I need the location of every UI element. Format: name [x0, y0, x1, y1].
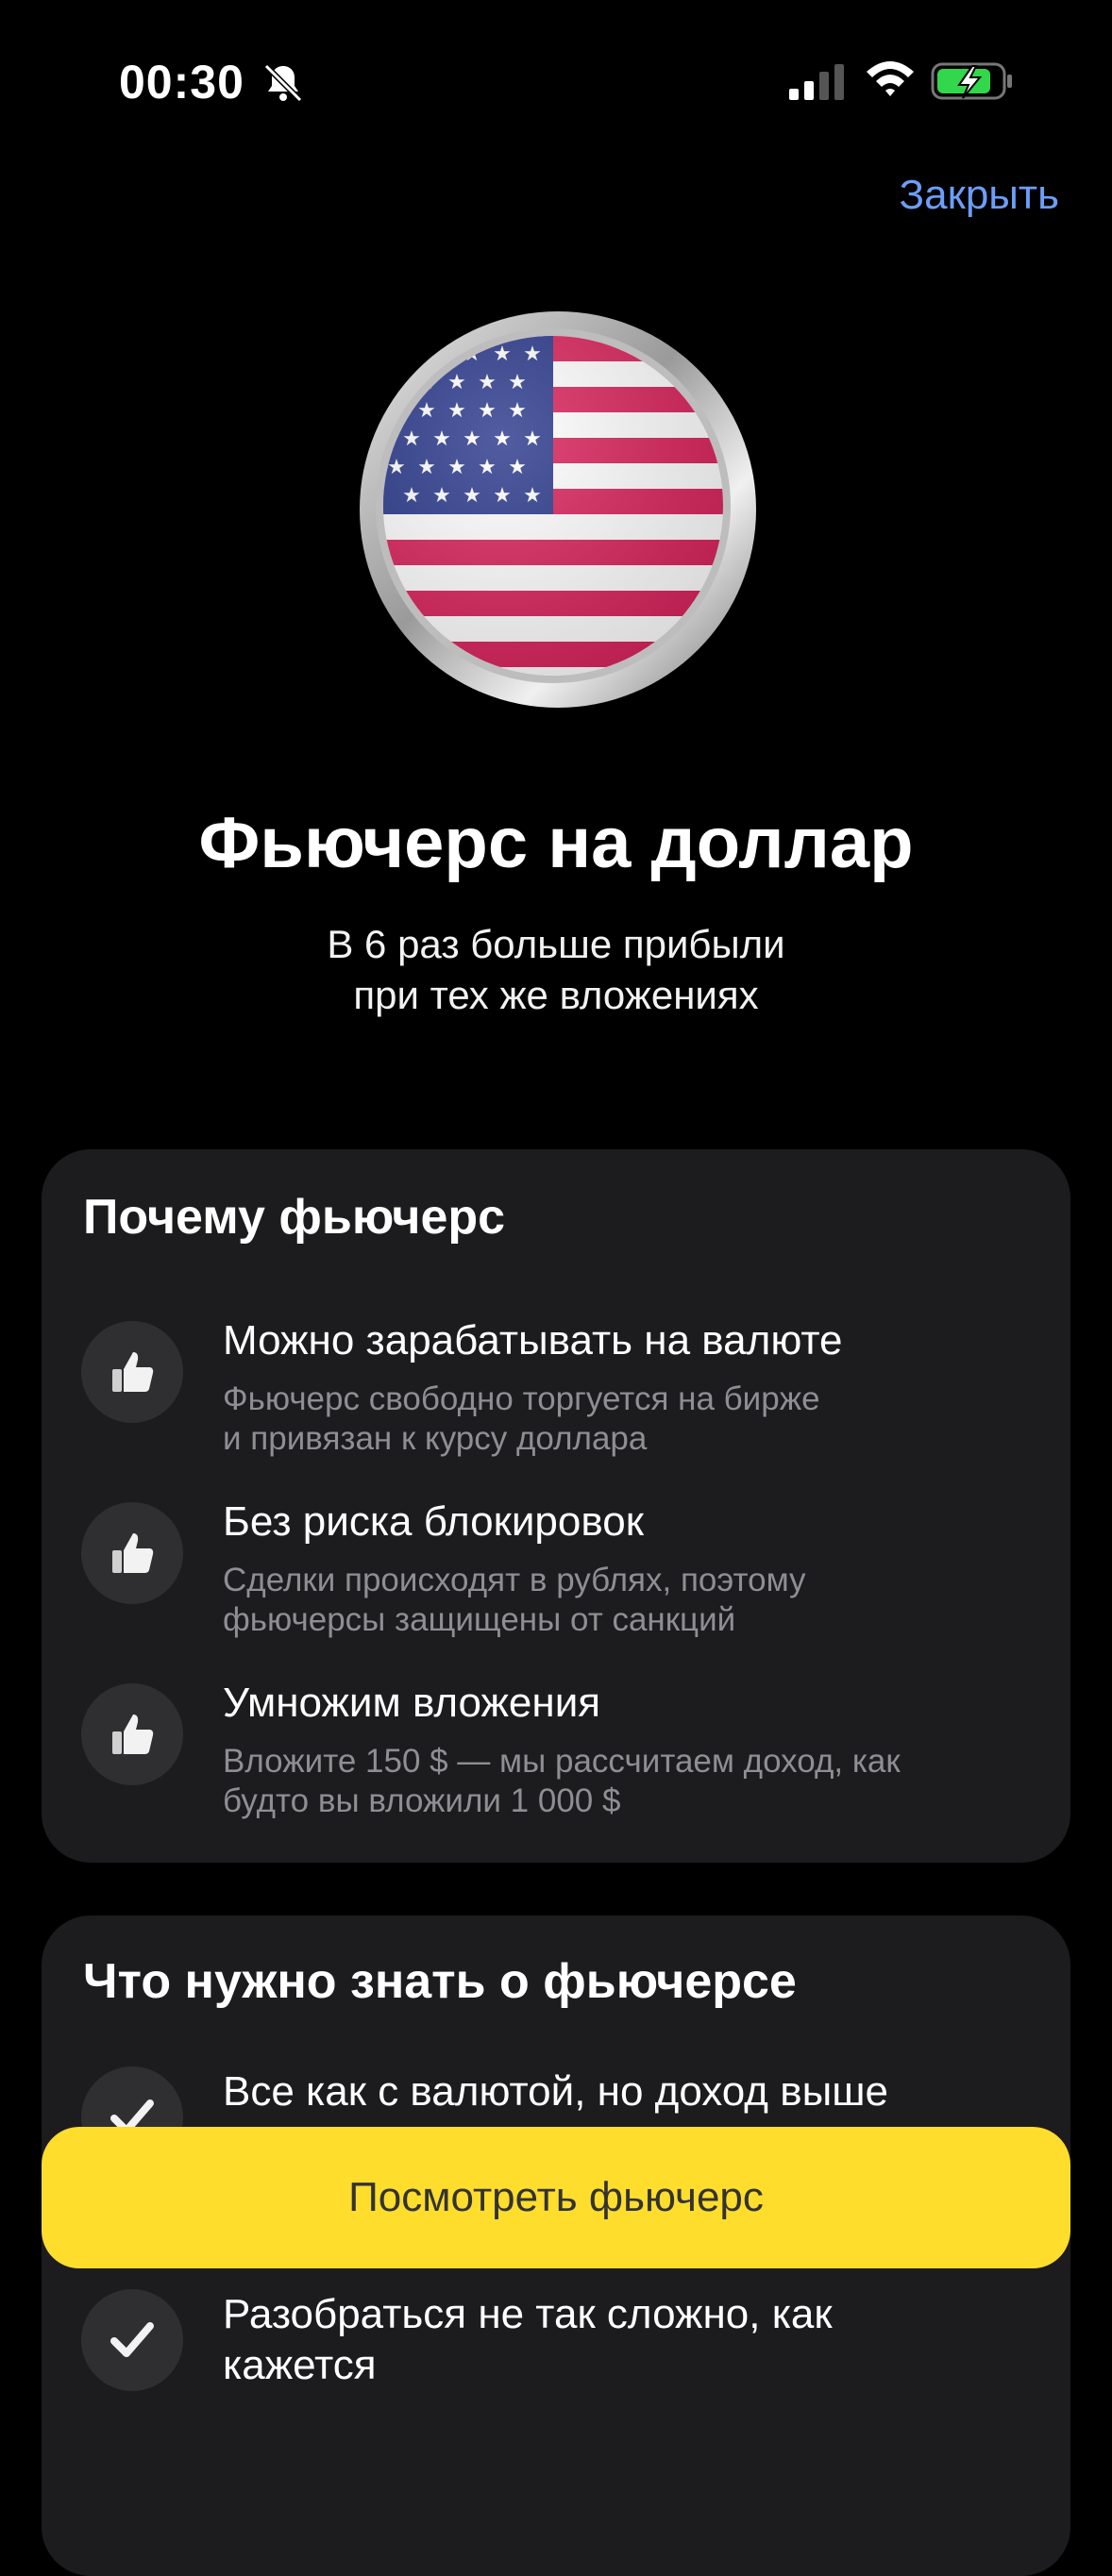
subtitle-line: при тех же вложениях — [353, 973, 759, 1017]
item-description: Фьючерс свободно торгуется на бирже и пр… — [223, 1380, 1035, 1459]
page-subtitle: В 6 раз больше прибыли при тех же вложен… — [0, 919, 1112, 1021]
item-description: Вложите 150 $ — мы рассчитаем доход, как… — [223, 1742, 1035, 1821]
checkmark-icon — [81, 2289, 183, 2391]
item-title: Умножим вложения — [223, 1680, 601, 1726]
cellular-signal-icon — [789, 64, 844, 100]
item-description: Сделки происходят в рублях, поэтому фьюч… — [223, 1561, 1035, 1640]
item-description-line: будто вы вложили 1 000 $ — [223, 1782, 621, 1819]
item-title-line: кажется — [223, 2342, 377, 2388]
wifi-icon — [867, 61, 914, 96]
item-description-line: Фьючерс свободно торгуется на бирже — [223, 1380, 820, 1417]
bell-slash-icon — [263, 63, 303, 103]
subtitle-line: В 6 раз больше прибыли — [327, 922, 785, 966]
thumbs-up-icon — [81, 1321, 183, 1423]
status-time: 00:30 — [119, 56, 244, 109]
why-futures-card: Почему фьючерс Можно зарабатывать на вал… — [42, 1149, 1070, 1863]
item-title: Можно зарабатывать на валюте — [223, 1317, 843, 1363]
item-description-line: Сделки происходят в рублях, поэтому — [223, 1562, 806, 1598]
item-title: Без риска блокировок — [223, 1498, 644, 1545]
us-flag-coin-image: ★★★★★ ★★★★ ★★★★★ ★★★★★ ★★★★★ ★★★★★ — [360, 311, 756, 708]
item-description-line: и привязан к курсу доллара — [223, 1420, 648, 1457]
view-futures-button[interactable]: Посмотреть фьючерс — [42, 2127, 1070, 2268]
close-button[interactable]: Закрыть — [900, 172, 1059, 219]
item-description-line: фьючерсы защищены от санкций — [223, 1601, 736, 1638]
thumbs-up-icon — [81, 1502, 183, 1604]
page-title: Фьючерс на доллар — [198, 803, 914, 883]
card-title: Почему фьючерс — [83, 1190, 506, 1245]
item-title-line: Разобраться не так сложно, как — [223, 2291, 833, 2337]
svg-text:★: ★ — [402, 343, 421, 366]
thumbs-up-icon — [81, 1683, 183, 1785]
card-title: Что нужно знать о фьючерсе — [83, 1954, 797, 2009]
item-title: Разобраться не так сложно, как кажется — [223, 2289, 1035, 2391]
battery-charging-icon — [931, 62, 1012, 100]
item-title: Все как с валютой, но доход выше — [223, 2068, 888, 2115]
item-description-line: Вложите 150 $ — мы рассчитаем доход, как — [223, 1743, 901, 1780]
